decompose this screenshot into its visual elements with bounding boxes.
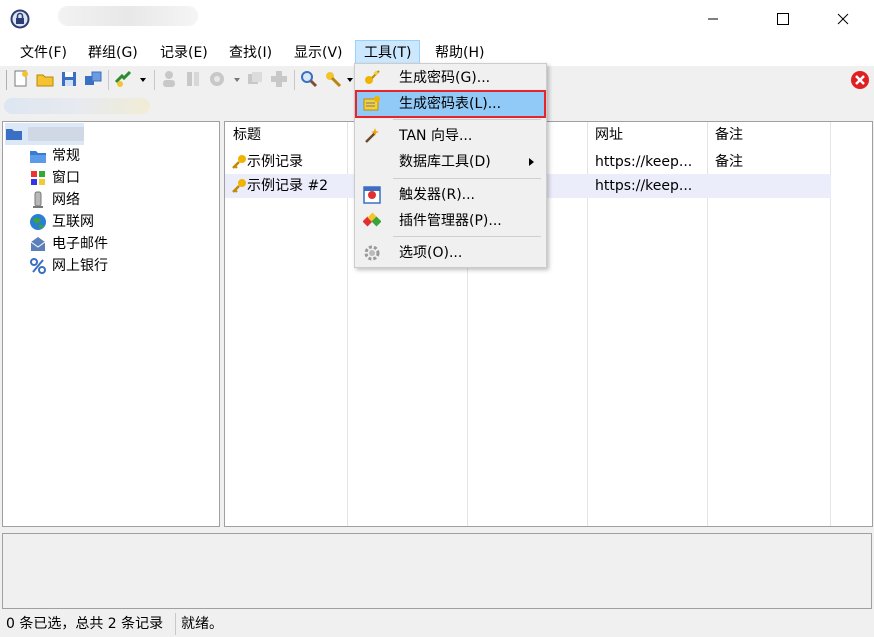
menu-group[interactable]: 群组(G) [80, 42, 146, 64]
submenu-arrow-icon [529, 158, 534, 166]
tree-item-label: 常规 [52, 148, 80, 164]
minimize-button[interactable] [690, 0, 736, 38]
menu-generate-password-list[interactable]: 生成密码表(L)... [355, 90, 546, 118]
status-state: 就绪。 [181, 616, 223, 632]
tree-item[interactable]: 窗口 [29, 167, 80, 189]
close-icon [837, 13, 849, 25]
tree-item-label: 电子邮件 [52, 236, 108, 252]
new-database-icon[interactable] [12, 70, 30, 88]
column-header-title[interactable]: 标题 [225, 122, 261, 148]
copy-entry-icon[interactable] [246, 70, 264, 88]
autotype-icon[interactable] [270, 70, 288, 88]
menu-database-tools[interactable]: 数据库工具(D) [357, 150, 544, 174]
tree-item[interactable]: 常规 [29, 145, 80, 167]
tree-item-label: 互联网 [52, 214, 94, 230]
search-icon[interactable] [300, 70, 318, 88]
magic-wand-icon [365, 128, 379, 143]
tree-item[interactable]: 网络 [29, 189, 80, 211]
tools-dropdown-menu: 生成密码(G)... 生成密码表(L)... TAN 向导... 数据库工具(D… [354, 63, 547, 268]
percent-icon [30, 258, 46, 274]
root-name-blurred [28, 127, 84, 141]
status-selection: 0 条已选，总共 2 条记录 [6, 616, 164, 632]
entry-title-cell: 示例记录 #2 [225, 174, 328, 198]
quick-search-blurred[interactable] [4, 98, 150, 114]
maximize-icon [777, 13, 789, 25]
menu-bar: 文件(F) 群组(G) 记录(E) 查找(I) 显示(V) 工具(T) 帮助(H… [0, 38, 874, 66]
tree-item-label: 窗口 [52, 170, 80, 186]
entry-title-cell: 示例记录 [225, 150, 303, 174]
network-icon [33, 191, 43, 208]
entry-notes-cell [707, 174, 715, 198]
menu-generate-password[interactable]: 生成密码(G)... [357, 66, 544, 90]
tree-item-label: 网络 [52, 192, 80, 208]
menu-view[interactable]: 显示(V) [286, 42, 351, 64]
key-icon [232, 155, 246, 169]
entry-url-cell: https://keep... [595, 154, 693, 170]
keepass-lock-icon [10, 9, 30, 29]
database-folder-icon [6, 129, 22, 140]
add-entry-icon[interactable] [114, 70, 132, 88]
window-title-blurred [58, 6, 198, 26]
column-header-url[interactable]: 网址 [587, 122, 623, 148]
email-icon [30, 237, 46, 251]
key-icon [232, 179, 246, 193]
folder-icon [30, 151, 46, 163]
tree-root[interactable] [5, 123, 84, 145]
title-bar [0, 0, 874, 38]
copy-password-icon[interactable] [184, 70, 202, 88]
entry-notes-cell: 备注 [715, 154, 743, 170]
tree-item[interactable]: 网上银行 [29, 255, 108, 277]
plugin-icon [363, 212, 381, 227]
menu-find[interactable]: 查找(I) [221, 42, 280, 64]
menu-options[interactable]: 选项(O)... [357, 241, 544, 265]
entry-preview-pane[interactable] [2, 533, 872, 609]
menu-help[interactable]: 帮助(H) [427, 42, 492, 64]
key-wand-icon [365, 70, 380, 84]
maximize-button[interactable] [760, 0, 806, 38]
trigger-icon [363, 186, 381, 204]
tools-key-icon[interactable] [324, 70, 342, 88]
gear-icon [364, 245, 380, 261]
menu-plugin-manager[interactable]: 插件管理器(P)... [357, 209, 544, 233]
open-url-icon[interactable] [208, 70, 226, 88]
tree-item-label: 网上银行 [52, 258, 108, 274]
lock-workspace-icon[interactable] [850, 70, 870, 90]
tree-item[interactable]: 电子邮件 [29, 233, 108, 255]
menu-triggers[interactable]: 触发器(R)... [357, 183, 544, 207]
minimize-icon [708, 18, 718, 20]
close-button[interactable] [820, 0, 866, 38]
windows-icon [31, 171, 45, 185]
save-icon[interactable] [60, 70, 78, 88]
entry-url-cell: https://keep... [595, 178, 693, 194]
menu-tan-wizard[interactable]: TAN 向导... [357, 124, 544, 148]
group-tree[interactable]: 常规 窗口 网络 互联网 电子邮件 网上银行 [2, 121, 220, 527]
sync-icon[interactable] [84, 70, 102, 88]
menu-entry[interactable]: 记录(E) [152, 42, 216, 64]
tree-item[interactable]: 互联网 [29, 211, 94, 233]
password-list-icon [363, 96, 380, 111]
copy-username-icon[interactable] [160, 70, 178, 88]
entry-list[interactable]: 标题 网址 备注 示例记录 https://keep... 备注 示例记录 #2… [224, 121, 873, 527]
menu-file[interactable]: 文件(F) [12, 42, 75, 64]
status-bar: 0 条已选，总共 2 条记录 就绪。 [0, 610, 874, 637]
globe-icon [30, 214, 46, 230]
open-folder-icon[interactable] [36, 70, 54, 88]
column-header-notes[interactable]: 备注 [707, 122, 743, 148]
